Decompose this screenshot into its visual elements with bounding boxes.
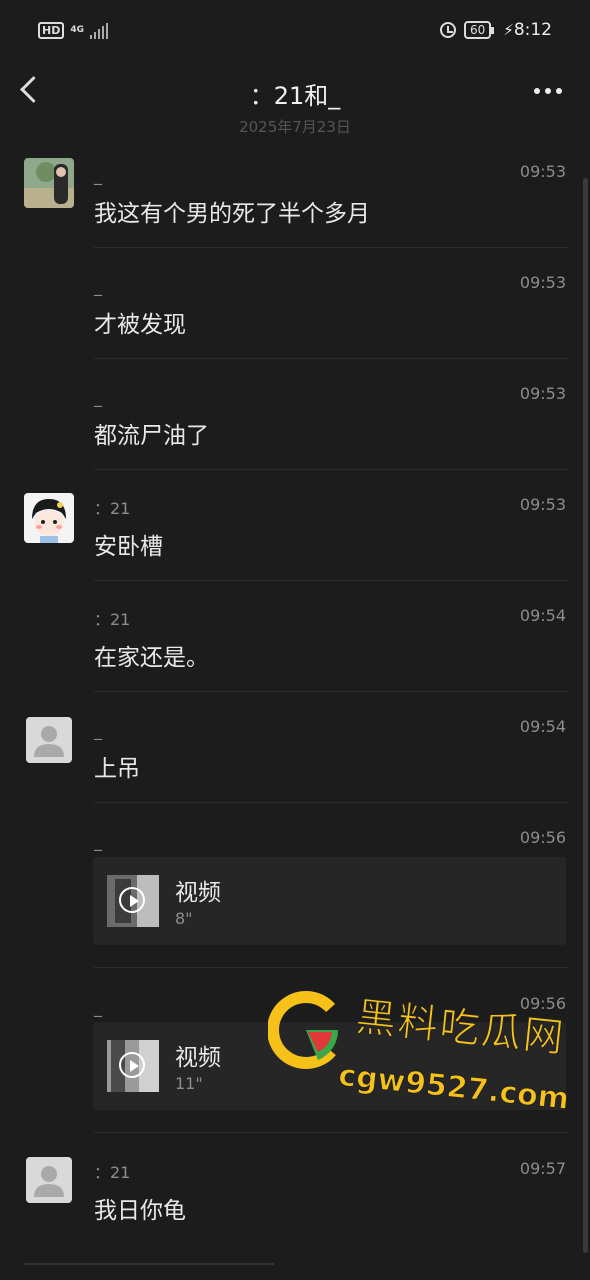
- message-text: 上吊: [94, 756, 140, 782]
- message-time: 09:53: [519, 384, 566, 403]
- sender-name: _: [94, 998, 102, 1017]
- network-type: 4G: [70, 25, 84, 35]
- video-thumbnail[interactable]: [107, 1040, 159, 1092]
- message-row[interactable]: _ 09:53 才被发现: [0, 269, 590, 359]
- hd-icon: HD: [38, 22, 65, 39]
- chat-header: ：21和_: [0, 64, 590, 120]
- status-bar: HD 4G 60 ⚡ 8:12: [0, 0, 590, 64]
- divider: [94, 469, 568, 470]
- alarm-icon: [439, 22, 456, 38]
- message-row[interactable]: ：21 09:54 在家还是。: [0, 602, 590, 692]
- message-text: 都流尸油了: [94, 423, 209, 449]
- sender-name: _: [94, 721, 102, 740]
- sender-name: ：21: [94, 610, 131, 629]
- scrollbar[interactable]: [583, 178, 588, 1253]
- sender-name: _: [94, 277, 102, 296]
- message-text: 我日你龟: [94, 1198, 186, 1224]
- message-row[interactable]: ：21 09:53 安卧槽: [0, 491, 590, 581]
- video-message[interactable]: 视频 8": [93, 857, 566, 945]
- video-label: 视频: [175, 880, 221, 906]
- avatar[interactable]: [26, 1157, 72, 1203]
- play-icon[interactable]: [119, 1052, 145, 1078]
- message-time: 09:56: [519, 828, 566, 847]
- play-icon[interactable]: [119, 887, 145, 913]
- sender-name: _: [94, 388, 102, 407]
- divider: [94, 580, 568, 581]
- more-icon[interactable]: [534, 88, 562, 94]
- divider: [94, 802, 568, 803]
- sender-name: _: [94, 832, 102, 851]
- message-row[interactable]: _ 09:53 我这有个男的死了半个多月: [0, 158, 590, 248]
- avatar[interactable]: [26, 717, 72, 763]
- message-time: 09:53: [519, 162, 566, 181]
- avatar[interactable]: [24, 158, 74, 208]
- video-label: 视频: [175, 1045, 221, 1071]
- message-time: 09:54: [519, 606, 566, 625]
- divider: [94, 247, 568, 248]
- message-time: 09:53: [519, 495, 566, 514]
- sender-name: _: [94, 166, 102, 185]
- signal-icon: [90, 22, 108, 39]
- message-text: 我这有个男的死了半个多月: [94, 201, 370, 227]
- message-text: 安卧槽: [94, 534, 163, 560]
- message-row[interactable]: _ 09:56 视频 11": [0, 990, 590, 1112]
- divider: [94, 358, 568, 359]
- battery-icon: 60: [463, 21, 495, 39]
- message-time: 09:54: [519, 717, 566, 736]
- video-thumbnail[interactable]: [107, 875, 159, 927]
- divider: [94, 691, 568, 692]
- message-row[interactable]: _ 09:53 都流尸油了: [0, 380, 590, 470]
- message-row[interactable]: _ 09:54 上吊: [0, 713, 590, 803]
- sender-name: ：21: [94, 499, 131, 518]
- avatar[interactable]: [24, 493, 74, 543]
- divider: [94, 967, 568, 968]
- clock: 8:12: [513, 20, 552, 40]
- video-duration: 8": [175, 909, 193, 928]
- charging-icon: ⚡: [503, 21, 514, 39]
- divider: [24, 1263, 274, 1265]
- video-message[interactable]: 视频 11": [93, 1022, 566, 1110]
- chat-title: ：21和_: [249, 82, 341, 110]
- date-stamp: 2025年7月23日: [239, 118, 351, 136]
- message-text: 在家还是。: [94, 645, 209, 671]
- sender-name: ：21: [94, 1163, 131, 1182]
- message-time: 09:56: [519, 994, 566, 1013]
- message-time: 09:53: [519, 273, 566, 292]
- video-duration: 11": [175, 1074, 203, 1093]
- divider: [94, 1132, 568, 1133]
- message-text: 才被发现: [94, 312, 186, 338]
- message-time: 09:57: [519, 1159, 566, 1178]
- message-row[interactable]: ：21 09:57 我日你龟: [0, 1155, 590, 1245]
- message-row[interactable]: _ 09:56 视频 8": [0, 824, 590, 946]
